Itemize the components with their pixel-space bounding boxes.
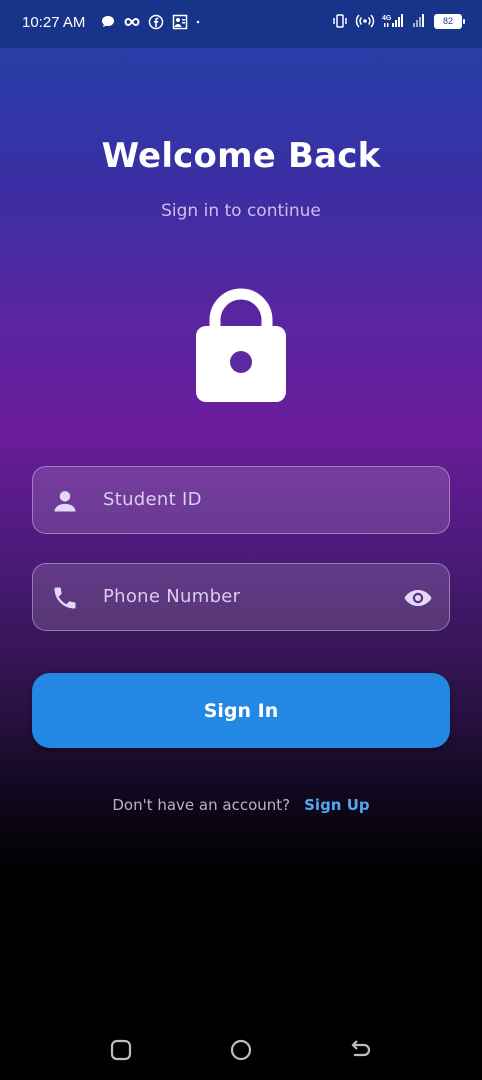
phone-number-field[interactable]: Phone Number	[32, 563, 450, 631]
back-button[interactable]	[348, 1037, 374, 1063]
phone-number-input[interactable]: Phone Number	[103, 586, 240, 607]
infinity-icon	[124, 17, 140, 27]
eye-icon[interactable]	[403, 584, 433, 612]
signup-prompt: Don't have an account?	[112, 796, 291, 814]
contact-card-icon	[172, 14, 188, 30]
dot-icon	[196, 20, 200, 24]
hotspot-icon	[355, 14, 375, 28]
page-title: Welcome Back	[101, 136, 381, 176]
home-button[interactable]	[228, 1037, 254, 1063]
student-id-input[interactable]: Student ID	[103, 489, 202, 510]
signal-4g-icon: 4G	[382, 14, 403, 27]
phone-icon	[54, 587, 76, 609]
person-icon	[54, 491, 76, 512]
status-time: 10:27 AM	[22, 14, 86, 31]
svg-text:4G: 4G	[382, 15, 392, 22]
signal-icon	[413, 14, 424, 27]
system-icons: 4G 82	[332, 13, 465, 29]
page-subtitle: Sign in to continue	[161, 201, 321, 221]
sign-in-button[interactable]: Sign In	[32, 673, 450, 748]
student-id-field[interactable]: Student ID	[32, 466, 450, 534]
signup-row: Don't have an account? Sign Up	[0, 796, 482, 814]
facebook-icon	[148, 14, 164, 30]
chat-bubble-icon	[102, 16, 114, 27]
sign-up-link[interactable]: Sign Up	[304, 796, 370, 814]
vibrate-icon	[333, 14, 347, 28]
status-bar: 10:27 AM 4G 82	[0, 0, 482, 48]
navigation-bar	[0, 1020, 482, 1080]
lock-icon	[196, 288, 286, 402]
notification-icons	[100, 14, 204, 30]
battery-icon: 82	[434, 13, 465, 29]
recents-button[interactable]	[108, 1037, 134, 1063]
